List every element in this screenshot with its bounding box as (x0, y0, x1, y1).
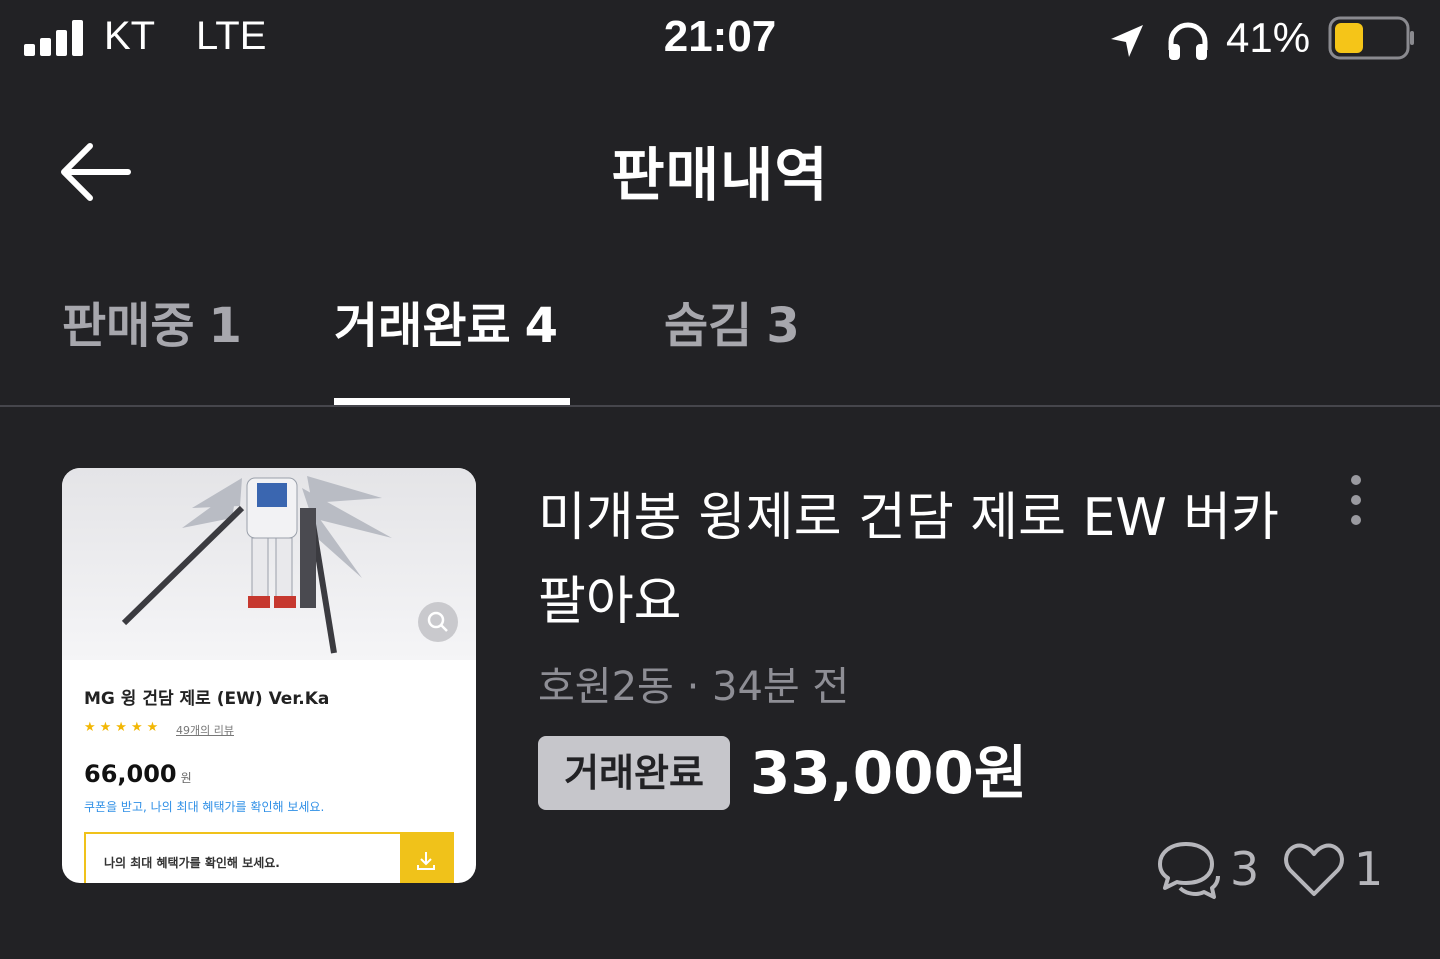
tab-bar: 판매중 1 거래완료 4 숨김 3 (0, 260, 1440, 407)
sales-history-screen: KT LTE 21:07 41% 판매내역 판매중1 거래완료4 숨김3 (0, 0, 1440, 959)
tab-count: 3 (766, 298, 800, 354)
item-meta: 호원2동 · 34분 전 (538, 664, 850, 710)
tab-completed[interactable]: 거래완료 4 (334, 286, 558, 356)
tab-count: 4 (524, 298, 559, 354)
item-title[interactable]: 미개봉 윙제로 건담 제로 EW 버카 팔아요 (538, 476, 1298, 644)
headphones-icon (1168, 22, 1208, 60)
thumb-benefit-text: 나의 최대 혜택가를 확인해 보세요. (104, 856, 280, 870)
item-thumbnail[interactable]: MG 윙 건담 제로 (EW) Ver.Ka ★★★★★ 49개의 리뷰 66,… (62, 468, 476, 883)
page-title: 판매내역 (611, 141, 829, 209)
thumb-price: 66,000 원 (84, 760, 192, 788)
thumb-coupon-text: 쿠폰을 받고, 나의 최대 혜택가를 확인해 보세요. (84, 800, 325, 814)
chat-count: 3 (1230, 842, 1260, 896)
more-vertical-icon[interactable] (1336, 470, 1376, 530)
like-count: 1 (1354, 842, 1384, 896)
download-icon (400, 834, 452, 883)
signal-strength-icon (24, 20, 83, 56)
thumb-benefit-box: 나의 최대 혜택가를 확인해 보세요. (84, 832, 454, 883)
location-arrow-icon (1111, 25, 1143, 57)
battery-percent: 41% (1226, 14, 1311, 61)
tab-label: 판매중 (62, 298, 195, 354)
battery-icon (1328, 16, 1414, 60)
arrow-left-icon[interactable] (56, 132, 136, 212)
tab-hidden[interactable]: 숨김 3 (664, 286, 800, 356)
thumb-review-count: 49개의 리뷰 (176, 724, 234, 737)
thumb-rating-stars: ★★★★★ (84, 720, 163, 735)
active-tab-indicator (334, 398, 570, 405)
status-badge: 거래완료 (538, 736, 730, 810)
gundam-figure-image (121, 476, 392, 654)
thumb-price-unit: 원 (180, 771, 192, 785)
status-time: 21:07 (663, 12, 777, 61)
tab-label: 거래완료 (334, 298, 511, 354)
network-type: LTE (196, 14, 267, 58)
item-time-ago: 34분 전 (712, 664, 850, 710)
zoom-icon[interactable] (418, 602, 458, 642)
item-price: 33,000원 (750, 739, 1028, 807)
item-location: 호원2동 (538, 664, 674, 710)
chat-bubbles-icon (1158, 842, 1220, 899)
thumb-product-name: MG 윙 건담 제로 (EW) Ver.Ka (84, 689, 330, 709)
tab-count: 1 (208, 298, 242, 354)
heart-icon (1284, 843, 1344, 896)
thumb-price-value: 66,000 (84, 760, 177, 788)
carrier-name: KT (104, 14, 156, 58)
tab-label: 숨김 (664, 298, 753, 354)
list-item[interactable]: MG 윙 건담 제로 (EW) Ver.Ka ★★★★★ 49개의 리뷰 66,… (0, 420, 1440, 959)
status-bar: KT LTE 21:07 41% (0, 0, 1440, 80)
product-photo (62, 468, 476, 660)
tab-selling[interactable]: 판매중 1 (62, 286, 242, 356)
